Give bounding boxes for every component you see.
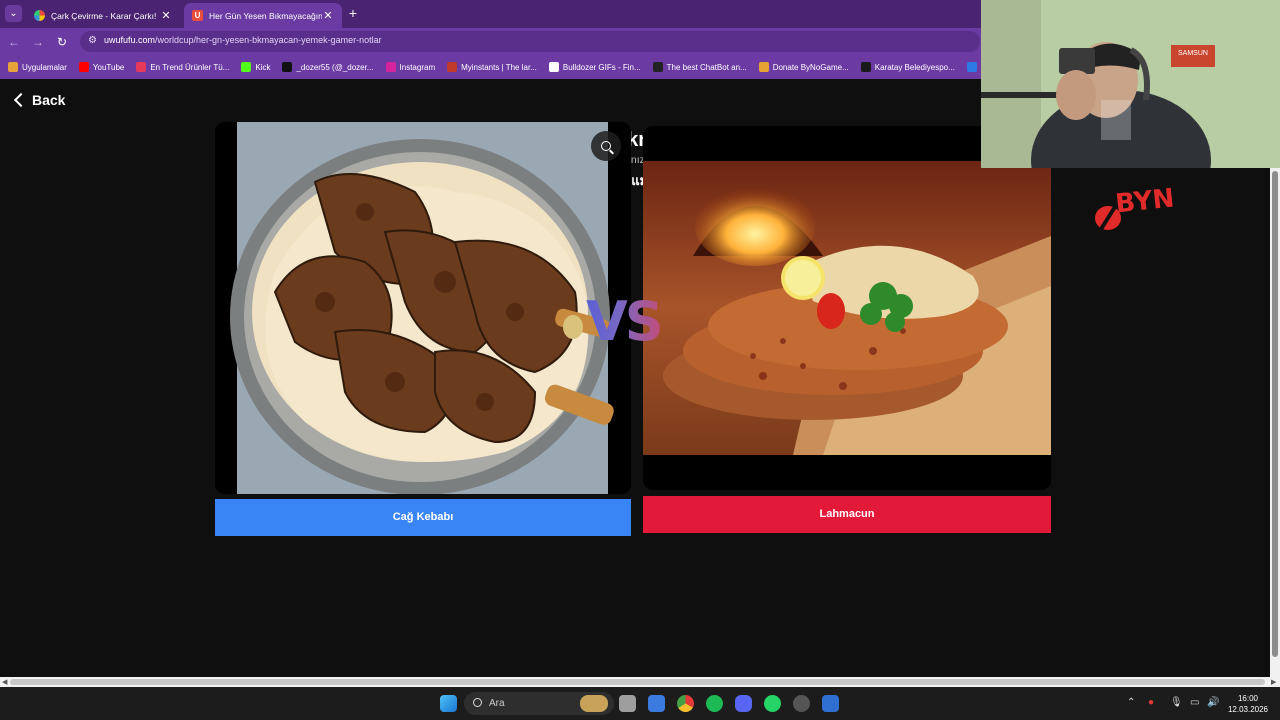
bookmark-label: Myinstants | The lar... xyxy=(461,62,537,72)
bookmark-label: _dozer55 (@_dozer... xyxy=(296,62,374,72)
instagram-icon xyxy=(385,62,396,72)
url-text: uwufufu.com/worldcup/her-gn-yesen-bkmaya… xyxy=(104,35,382,45)
chatbot-icon xyxy=(652,62,663,72)
back-label: Back xyxy=(32,92,66,108)
streamer-webcam-image: SAMSUN xyxy=(981,0,1280,168)
search-placeholder: Ara xyxy=(489,698,505,709)
horizontal-scrollbar[interactable]: ◀ ▶ xyxy=(0,677,1280,687)
donate-icon xyxy=(758,62,769,72)
bookmark-label: Uygulamalar xyxy=(22,62,67,72)
tab-uwufufu[interactable]: U Her Gün Yesen Bıkmayacağın Ye ✕ xyxy=(184,3,342,28)
bookmark-item[interactable]: YouTube xyxy=(78,62,125,72)
tray-app-icon[interactable]: ● xyxy=(1148,697,1154,708)
webcam-sign: SAMSUN xyxy=(1178,50,1208,57)
choose-lahmacun-button[interactable]: Lahmacun xyxy=(643,496,1051,533)
windows-taskbar: Ara ⌃ ● 🎙 ▭ 🔊 16:00 12.03.2026 xyxy=(0,687,1280,720)
right-choice-card[interactable] xyxy=(643,126,1051,490)
bookmark-item[interactable]: Uygulamalar xyxy=(8,62,67,72)
site-settings-icon[interactable]: ⚙ xyxy=(88,34,100,48)
back-button[interactable]: Back xyxy=(12,92,65,108)
channel-logo: BYN xyxy=(1095,183,1176,236)
vs-label: VS xyxy=(586,290,664,353)
youtube-icon xyxy=(78,62,89,72)
cag-kebabi-image[interactable] xyxy=(215,122,631,494)
webcam-overlay: SAMSUN xyxy=(981,0,1280,168)
microsoft-store-icon[interactable] xyxy=(648,695,665,712)
bookmark-item[interactable]: Instagram xyxy=(385,62,436,72)
microphone-icon[interactable]: 🎙 xyxy=(1170,697,1183,708)
tab-close-icon[interactable]: ✕ xyxy=(160,9,172,22)
tab-search-menu-icon[interactable]: ⌄ xyxy=(5,5,22,22)
myinstants-icon xyxy=(447,62,458,72)
news-widget-icon[interactable] xyxy=(580,695,608,712)
kick-icon xyxy=(241,62,252,72)
search-icon xyxy=(473,698,482,707)
bookmark-label: Karatay Belediyespo... xyxy=(874,62,955,72)
reload-icon[interactable]: ↻ xyxy=(54,34,70,50)
chevron-up-icon[interactable]: ⌃ xyxy=(1127,697,1135,708)
bookmark-item[interactable]: Myinstants | The lar... xyxy=(447,62,537,72)
bookmark-item[interactable]: En Trend Ürünler Tü... xyxy=(136,62,229,72)
bookmark-label: Instagram xyxy=(399,62,436,72)
channel-logo-text: BYN xyxy=(1114,183,1176,219)
page-content: Back Her Gün Yesen Bıkmayacağın Yemek Se… xyxy=(0,79,1270,677)
trend-icon xyxy=(136,62,147,72)
bookmark-item[interactable]: The best ChatBot an... xyxy=(652,62,747,72)
apps-grid-icon xyxy=(8,62,18,72)
tab-karar-carki[interactable]: Çark Çevirme - Karar Çarkı! ✕ xyxy=(26,3,180,28)
choose-cag-kebabi-button[interactable]: Cağ Kebabı xyxy=(215,499,631,536)
bookmark-item[interactable]: Kick xyxy=(241,62,270,72)
windows-start-icon[interactable] xyxy=(440,695,457,712)
doc-icon xyxy=(548,62,559,72)
bookmark-label: En Trend Ürünler Tü... xyxy=(150,62,230,72)
chrome-icon[interactable] xyxy=(677,695,694,712)
tab-title: Her Gün Yesen Bıkmayacağın Ye xyxy=(209,10,322,21)
chevron-left-icon xyxy=(13,92,29,108)
zoom-in-icon[interactable] xyxy=(591,131,621,161)
volume-icon[interactable]: 🔊 xyxy=(1207,697,1219,708)
uwufufu-favicon-icon: U xyxy=(192,10,203,21)
left-choice-card[interactable] xyxy=(215,122,631,494)
karatay-icon xyxy=(860,62,871,72)
wheel-favicon-icon xyxy=(34,10,45,21)
bookmark-label: Donate ByNoGame... xyxy=(772,62,849,72)
app-icon[interactable] xyxy=(793,695,810,712)
whatsapp-icon[interactable] xyxy=(764,695,781,712)
discord-icon[interactable] xyxy=(735,695,752,712)
network-icon[interactable]: ▭ xyxy=(1190,697,1199,708)
tiktok-icon xyxy=(282,62,293,72)
spotify-icon[interactable] xyxy=(706,695,723,712)
url-bar[interactable]: ⚙ uwufufu.com/worldcup/her-gn-yesen-bkma… xyxy=(80,31,980,52)
bookmark-item[interactable]: _dozer55 (@_dozer... xyxy=(282,62,374,72)
scroll-right-icon[interactable]: ▶ xyxy=(1271,678,1276,686)
system-clock[interactable]: 16:00 12.03.2026 xyxy=(1222,693,1274,715)
scrollbar-thumb[interactable] xyxy=(10,679,1265,685)
tab-close-icon[interactable]: ✕ xyxy=(322,9,334,22)
bookmark-item[interactable]: Karatay Belediyespo... xyxy=(860,62,955,72)
bookmark-item[interactable]: Bulldozer GIFs - Fin... xyxy=(548,62,641,72)
vertical-scrollbar[interactable] xyxy=(1270,168,1280,677)
lahmacun-image[interactable] xyxy=(643,126,1051,490)
forward-arrow-icon[interactable]: → xyxy=(30,34,46,50)
new-tab-icon[interactable]: + xyxy=(346,5,360,22)
scroll-left-icon[interactable]: ◀ xyxy=(2,678,7,686)
scrollbar-thumb[interactable] xyxy=(1272,171,1278,657)
tab-title: Çark Çevirme - Karar Çarkı! xyxy=(51,10,157,21)
back-arrow-icon[interactable]: ← xyxy=(6,34,22,50)
bookmark-label: Bulldozer GIFs - Fin... xyxy=(562,62,641,72)
idda-icon xyxy=(966,62,977,72)
app-icon[interactable] xyxy=(822,695,839,712)
round-indicator: รอบที่ 64 แมตช์ที่ 17 xyxy=(577,173,693,188)
clock-date: 12.03.2026 xyxy=(1227,705,1269,714)
bookmark-label: The best ChatBot an... xyxy=(666,62,747,72)
clock-time: 16:00 xyxy=(1237,694,1259,703)
task-view-icon[interactable] xyxy=(619,695,636,712)
bookmark-item[interactable]: Donate ByNoGame... xyxy=(758,62,849,72)
bookmark-label: Kick xyxy=(255,62,271,72)
bookmark-label: YouTube xyxy=(92,62,125,72)
